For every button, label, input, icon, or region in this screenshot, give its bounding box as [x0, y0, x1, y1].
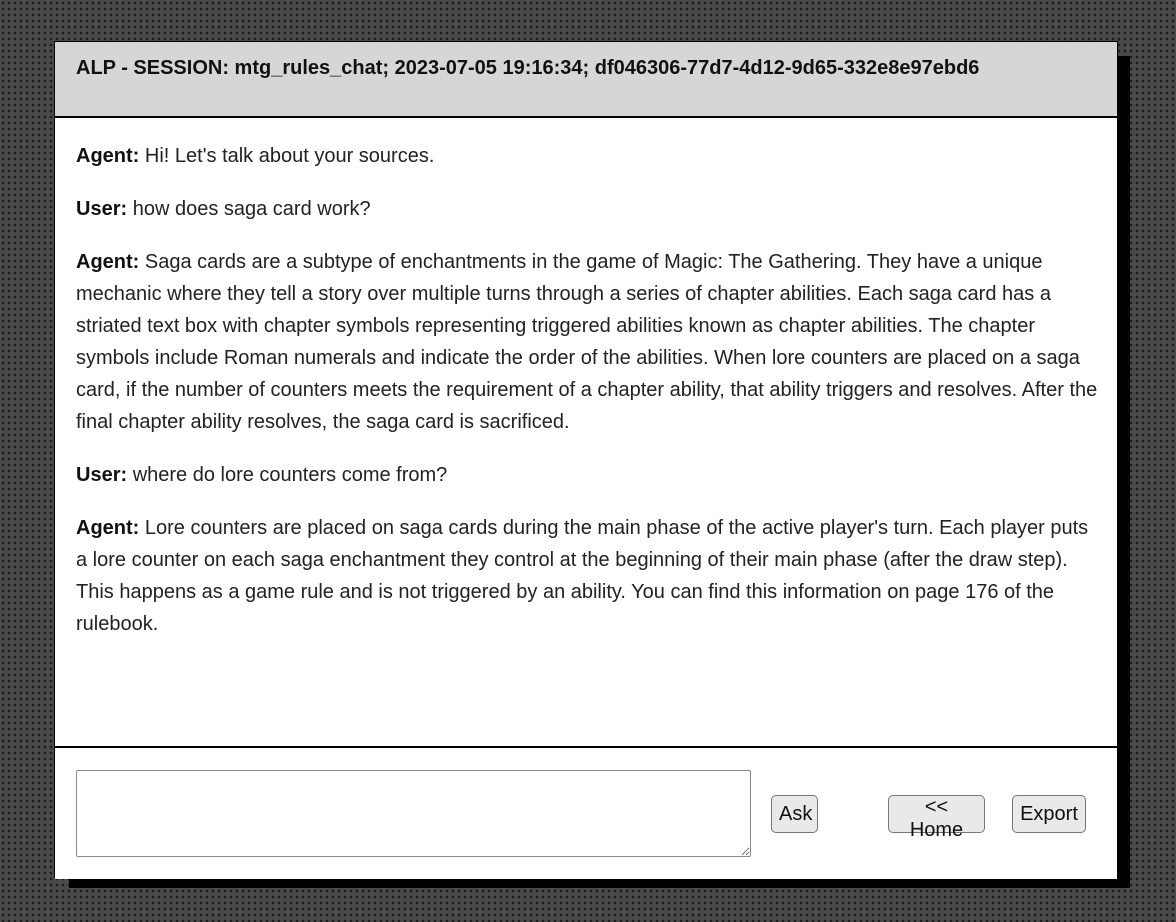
- message-agent: Agent: Lore counters are placed on saga …: [76, 512, 1098, 640]
- session-header: ALP - SESSION: mtg_rules_chat; 2023-07-0…: [55, 42, 1117, 118]
- home-button[interactable]: << Home: [888, 795, 985, 841]
- message-text: how does saga card work?: [127, 198, 371, 220]
- input-bar: Ask << Home Export: [55, 746, 1117, 879]
- message-user: User: how does saga card work?: [76, 193, 1098, 225]
- message-text: Saga cards are a subtype of enchantments…: [76, 251, 1098, 433]
- message-speaker: User:: [76, 464, 128, 486]
- message-speaker: Agent:: [76, 251, 140, 273]
- message-agent: Agent: Hi! Let's talk about your sources…: [76, 140, 1098, 172]
- export-button[interactable]: Export: [1012, 795, 1086, 833]
- question-input[interactable]: [76, 770, 751, 857]
- message-speaker: User:: [76, 198, 128, 220]
- message-text: where do lore counters come from?: [127, 464, 448, 486]
- chat-window: ALP - SESSION: mtg_rules_chat; 2023-07-0…: [54, 41, 1118, 879]
- message-speaker: Agent:: [76, 145, 140, 167]
- message-text: Hi! Let's talk about your sources.: [139, 145, 435, 167]
- conversation-log: Agent: Hi! Let's talk about your sources…: [76, 140, 1098, 740]
- ask-button[interactable]: Ask: [771, 795, 818, 833]
- message-text: Lore counters are placed on saga cards d…: [76, 517, 1089, 635]
- message-agent: Agent: Saga cards are a subtype of encha…: [76, 246, 1098, 438]
- message-speaker: Agent:: [76, 517, 140, 539]
- message-user: User: where do lore counters come from?: [76, 459, 1098, 491]
- session-title: ALP - SESSION: mtg_rules_chat; 2023-07-0…: [76, 57, 980, 79]
